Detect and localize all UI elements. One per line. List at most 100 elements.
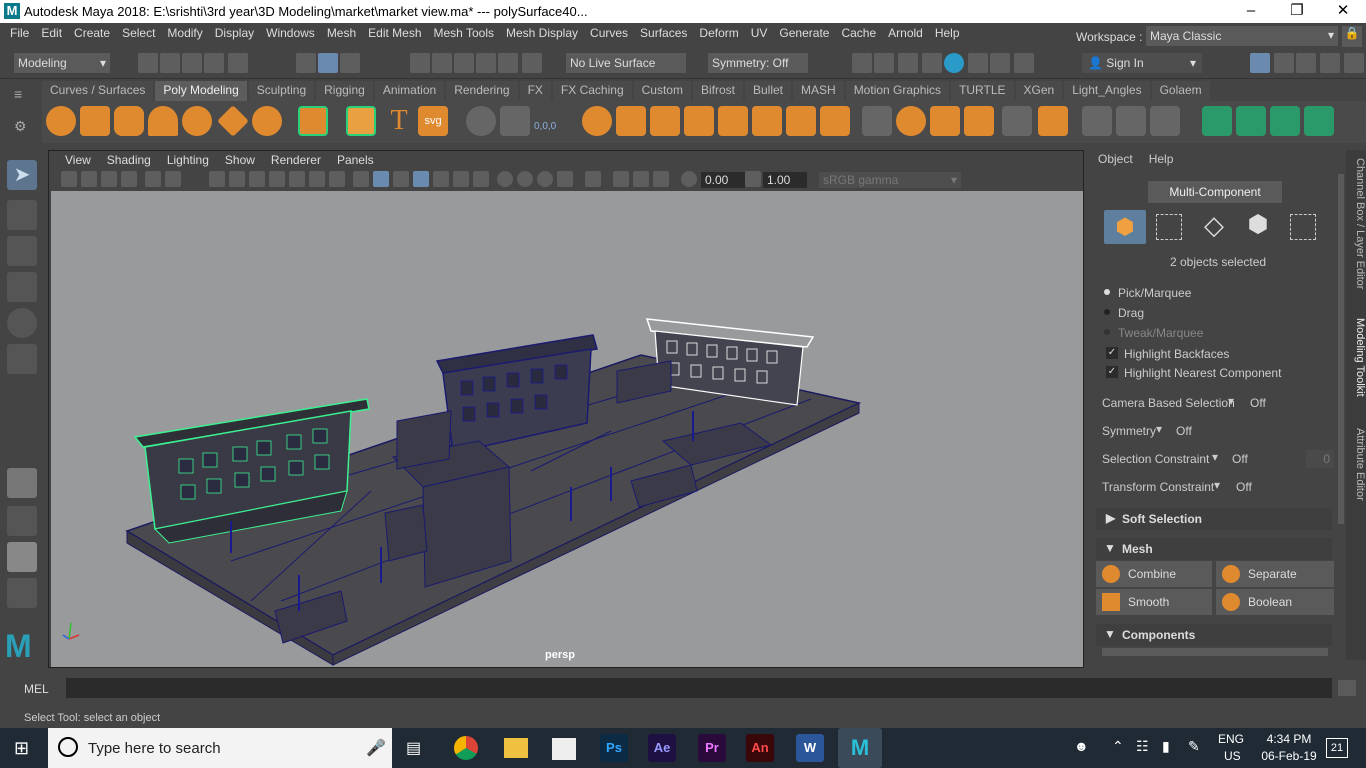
- lattice-icon[interactable]: [1116, 106, 1146, 136]
- smooth-shade-icon[interactable]: [373, 171, 389, 187]
- uv-automatic-icon[interactable]: [1304, 106, 1334, 136]
- menu-modify[interactable]: Modify: [161, 26, 208, 40]
- vertical-scrollbar[interactable]: [1338, 174, 1344, 524]
- scale-tool-icon[interactable]: [7, 344, 37, 374]
- separate-button[interactable]: Separate: [1216, 561, 1334, 587]
- menu-mesh[interactable]: Mesh: [321, 26, 362, 40]
- resolution-gate-icon[interactable]: [249, 171, 265, 187]
- target-weld-icon[interactable]: [896, 106, 926, 136]
- snap-surface-icon[interactable]: [498, 53, 518, 73]
- uv-editor-icon[interactable]: [1150, 106, 1180, 136]
- menu-set-select[interactable]: Modeling ▾: [14, 53, 110, 73]
- shelf-gear-icon[interactable]: ⚙: [14, 118, 34, 134]
- notifications-icon[interactable]: 21: [1326, 738, 1348, 758]
- render-settings-icon[interactable]: [922, 53, 942, 73]
- chevron-down-icon[interactable]: ▾: [1214, 478, 1220, 492]
- shelf-tab-mash[interactable]: MASH: [793, 81, 844, 101]
- hypershade-icon[interactable]: [944, 53, 964, 73]
- use-all-lights-icon[interactable]: [453, 171, 469, 187]
- region-label[interactable]: US: [1224, 749, 1241, 763]
- isolate-select-icon[interactable]: [585, 171, 601, 187]
- gamma-field[interactable]: 1.00: [763, 172, 807, 188]
- snap-view-icon[interactable]: [476, 53, 496, 73]
- super-shape-icon[interactable]: [346, 106, 376, 136]
- shelf-tab-light-angles[interactable]: Light_Angles: [1064, 81, 1150, 101]
- shelf-tab-animation[interactable]: Animation: [374, 81, 445, 101]
- wireframe-icon[interactable]: [353, 171, 369, 187]
- safe-title-icon[interactable]: [329, 171, 345, 187]
- select-object-icon[interactable]: [318, 53, 338, 73]
- shelf-tab-motion-graphics[interactable]: Motion Graphics: [845, 81, 950, 101]
- horizontal-scrollbar[interactable]: [1102, 648, 1328, 656]
- menu-mesh-display[interactable]: Mesh Display: [500, 26, 584, 40]
- toggle-channel-box-icon[interactable]: [1320, 53, 1340, 73]
- chrome-icon[interactable]: [454, 736, 478, 760]
- tab-channel-box[interactable]: Channel Box / Layer Editor: [1346, 158, 1366, 289]
- panel-menu-panels[interactable]: Panels: [329, 153, 382, 167]
- after-effects-icon[interactable]: Ae: [648, 734, 676, 762]
- svg-icon[interactable]: svg: [418, 106, 448, 136]
- toggle-attribute-editor-icon[interactable]: [1274, 53, 1294, 73]
- people-icon[interactable]: ☻: [1074, 738, 1089, 754]
- menu-file[interactable]: File: [4, 26, 35, 40]
- depth-of-field-icon[interactable]: [557, 171, 573, 187]
- soft-selection-section[interactable]: ▶ Soft Selection: [1096, 508, 1332, 530]
- command-input[interactable]: [66, 678, 1332, 698]
- paint-tool-icon[interactable]: [1082, 106, 1112, 136]
- minimize-icon[interactable]: –: [1228, 0, 1274, 23]
- poly-disc-icon[interactable]: [252, 106, 282, 136]
- motion-blur-icon[interactable]: [517, 171, 533, 187]
- maya-m-logo-icon[interactable]: M: [5, 628, 32, 665]
- tab-modeling-toolkit[interactable]: Modeling Toolkit: [1346, 318, 1366, 397]
- shelf-tab-sculpting[interactable]: Sculpting: [248, 81, 315, 101]
- crease-icon[interactable]: [1002, 106, 1032, 136]
- uv-mode-icon[interactable]: [1290, 214, 1316, 240]
- uv-planar-icon[interactable]: [1202, 106, 1232, 136]
- grease-pencil-icon[interactable]: [165, 171, 181, 187]
- chevron-down-icon[interactable]: ▾: [1212, 450, 1218, 464]
- select-hierarchy-icon[interactable]: [296, 53, 316, 73]
- menu-arnold[interactable]: Arnold: [882, 26, 929, 40]
- panel-menu-view[interactable]: View: [57, 153, 99, 167]
- multi-cut-icon[interactable]: [862, 106, 892, 136]
- shelf-menu-icon[interactable]: ≡: [14, 86, 34, 102]
- xray-icon[interactable]: [613, 171, 629, 187]
- toggle-layer-editor-icon[interactable]: [1344, 53, 1364, 73]
- select-tool-icon[interactable]: ➤: [7, 160, 37, 190]
- menu-mesh-tools[interactable]: Mesh Tools: [428, 26, 500, 40]
- tab-attribute-editor[interactable]: Attribute Editor: [1346, 428, 1366, 501]
- microphone-icon[interactable]: 🎤: [366, 738, 386, 758]
- photoshop-icon[interactable]: Ps: [600, 734, 628, 762]
- face-mode-icon[interactable]: ⬢: [1244, 212, 1272, 240]
- symmetry-select[interactable]: Symmetry: Off: [708, 53, 808, 73]
- poly-cube-icon[interactable]: [80, 106, 110, 136]
- center-pivot-icon[interactable]: [466, 106, 496, 136]
- shelf-tab-curves-surfaces[interactable]: Curves / Surfaces: [42, 81, 154, 101]
- default-material-icon[interactable]: [393, 171, 409, 187]
- word-icon[interactable]: W: [796, 734, 824, 762]
- extrude-icon[interactable]: [752, 106, 782, 136]
- network-icon[interactable]: ☷: [1136, 738, 1149, 755]
- undo-icon[interactable]: [204, 53, 224, 73]
- bridge-icon[interactable]: [786, 106, 816, 136]
- mel-label[interactable]: MEL: [24, 682, 49, 696]
- four-view-layout-icon[interactable]: [7, 506, 37, 536]
- exposure-field[interactable]: 0.00: [701, 172, 745, 188]
- multi-component-button[interactable]: Multi-Component: [1148, 181, 1282, 203]
- chevron-down-icon[interactable]: ▾: [1156, 422, 1162, 436]
- rotate-tool-icon[interactable]: [7, 308, 37, 338]
- xray-components-icon[interactable]: [653, 171, 669, 187]
- redo-icon[interactable]: [228, 53, 248, 73]
- shelf-tab-fx-caching[interactable]: FX Caching: [552, 81, 632, 101]
- pause-icon[interactable]: [1014, 53, 1034, 73]
- panel-menu-lighting[interactable]: Lighting: [159, 153, 217, 167]
- exposure-icon[interactable]: [681, 171, 697, 187]
- toolkit-menu-help[interactable]: Help: [1149, 152, 1174, 166]
- shelf-tab-golaem[interactable]: Golaem: [1151, 81, 1210, 101]
- shadows-icon[interactable]: [473, 171, 489, 187]
- mesh-section[interactable]: ▼ Mesh: [1096, 538, 1332, 560]
- new-scene-icon[interactable]: [138, 53, 158, 73]
- menu-edit-mesh[interactable]: Edit Mesh: [362, 26, 427, 40]
- shelf-tab-poly-modeling[interactable]: Poly Modeling: [155, 81, 247, 101]
- selection-constraint-field[interactable]: 0: [1306, 450, 1334, 468]
